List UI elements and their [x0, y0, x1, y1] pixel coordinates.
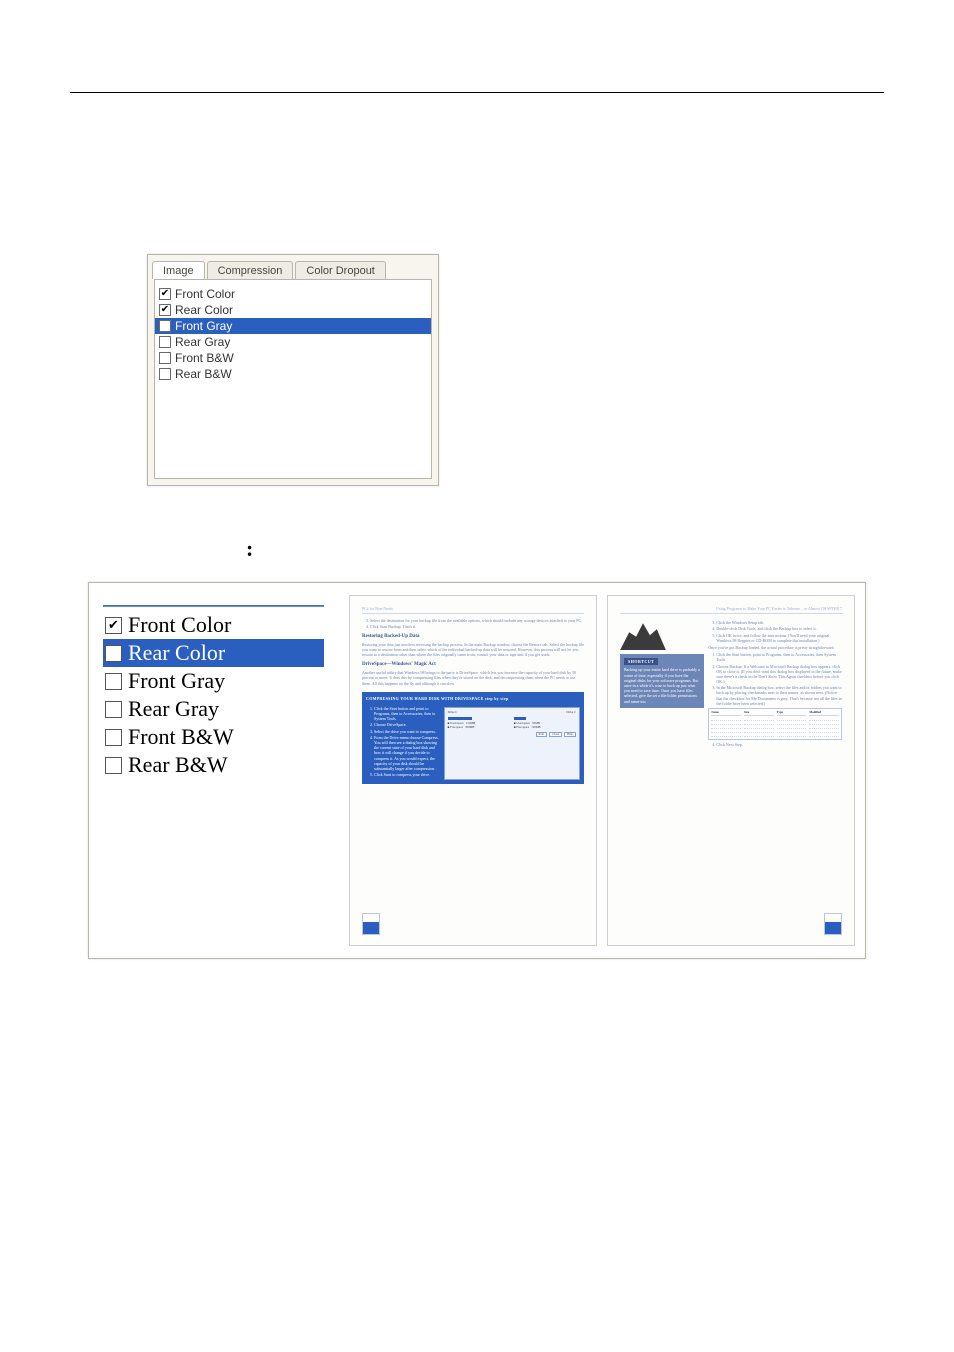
right-proc-4: Click Next Step.: [716, 742, 842, 747]
left-page-header: PCs for Non-Nerds: [362, 606, 393, 611]
zoom-option-front-color[interactable]: Front Color: [103, 611, 324, 639]
left-step-3: Select the destination for your backup f…: [370, 618, 584, 623]
zoom-label-rear-color: Rear Color: [128, 640, 225, 666]
zoom-label-rear-gray: Rear Gray: [128, 696, 219, 722]
zoom-option-rear-gray[interactable]: Rear Gray: [103, 695, 324, 723]
comp-step-3: Select the drive you want to compress.: [374, 729, 440, 734]
heading-restoring: Restoring Backed-Up Data: [362, 634, 584, 641]
zoom-checkbox-rear-color[interactable]: [105, 645, 122, 662]
right-page-header: Using Programs to Make Your PC Easier to…: [716, 606, 842, 611]
zoom-option-rear-color[interactable]: Rear Color: [103, 639, 324, 667]
book-page-right: Using Programs to Make Your PC Easier to…: [607, 595, 855, 946]
page-thumbnail-icon: [362, 913, 380, 935]
option-rear-gray[interactable]: Rear Gray: [155, 334, 431, 350]
option-rear-bw[interactable]: Rear B&W: [155, 366, 431, 382]
zoom-checkbox-rear-gray[interactable]: [105, 701, 122, 718]
checkbox-front-bw[interactable]: [159, 352, 171, 364]
label-front-color: Front Color: [175, 287, 235, 301]
comp-title: COMPRESSING YOUR HARD DISK WITH DRIVESPA…: [366, 696, 580, 701]
heading-drivespace: DriveSpace—Windows' Magic Act: [362, 662, 584, 669]
label-rear-color: Rear Color: [175, 303, 233, 317]
tab-strip: Image Compression Color Dropout: [148, 255, 438, 279]
label-front-bw: Front B&W: [175, 351, 234, 365]
zoom-checkbox-front-gray[interactable]: [105, 673, 122, 690]
zoom-option-front-bw[interactable]: Front B&W: [103, 723, 324, 751]
book-pages-preview: PCs for Non-Nerds Select the destination…: [339, 583, 865, 958]
image-tab-dialog: Image Compression Color Dropout Front Co…: [147, 254, 439, 486]
decorative-silhouette: [620, 620, 666, 650]
comp-step-1: Click the Start button and point to Prog…: [374, 706, 440, 722]
right-once-intro: Once you've got Backup loaded, the actua…: [708, 645, 842, 650]
tab-body: Front Color Rear Color Front Gray Rear G…: [154, 279, 432, 479]
label-rear-bw: Rear B&W: [175, 367, 232, 381]
right-proc-2: Choose Backup. If a Welcome to Microsoft…: [716, 664, 842, 685]
book-page-left: PCs for Non-Nerds Select the destination…: [349, 595, 597, 946]
option-rear-color[interactable]: Rear Color: [155, 302, 431, 318]
comp-step-2: Choose DriveSpace.: [374, 722, 440, 727]
zoom-checkbox-front-color[interactable]: [105, 617, 122, 634]
checkbox-rear-bw[interactable]: [159, 368, 171, 380]
right-proc-1: Click the Start button, point to Program…: [716, 652, 842, 662]
tab-color-dropout[interactable]: Color Dropout: [295, 261, 385, 279]
zoom-checkbox-front-bw[interactable]: [105, 729, 122, 746]
shortcut-box: SHORTCUT Backing up your entire hard dri…: [620, 654, 704, 708]
checkbox-rear-color[interactable]: [159, 304, 171, 316]
right-step-3: Click the Windows Setup tab.: [716, 620, 842, 625]
option-front-gray[interactable]: Front Gray: [155, 318, 431, 334]
zoom-label-front-gray: Front Gray: [128, 668, 225, 694]
checkbox-front-gray[interactable]: [159, 320, 171, 332]
drivespace-text: Another useful utility that Windows 98 b…: [362, 670, 584, 686]
zoom-option-front-gray[interactable]: Front Gray: [103, 667, 324, 695]
checkbox-front-color[interactable]: [159, 288, 171, 300]
right-proc-3: In the Microsoft Backup dialog box, sele…: [716, 685, 842, 706]
zoom-options-list: Front Color Rear Color Front Gray Rear G…: [103, 611, 324, 779]
tab-image[interactable]: Image: [152, 261, 205, 279]
image-options-list: Front Color Rear Color Front Gray Rear G…: [155, 286, 431, 382]
colon-separator: :: [246, 536, 253, 562]
page-thumbnail-icon: [824, 913, 842, 935]
zoom-divider: [103, 605, 324, 607]
tab-compression[interactable]: Compression: [207, 261, 294, 279]
comp-step-5: Click Start to compress your drive.: [374, 772, 440, 777]
mini-compress-dialog: Drive CDrive C ■ Used space 150MB■ Free …: [444, 707, 580, 780]
option-front-bw[interactable]: Front B&W: [155, 350, 431, 366]
zoom-label-front-bw: Front B&W: [128, 724, 234, 750]
right-step-5: Click OK twice, and follow the instructi…: [716, 633, 842, 643]
label-rear-gray: Rear Gray: [175, 335, 230, 349]
shortcut-text: Backing up your entire hard drive is pro…: [624, 667, 700, 703]
label-front-gray: Front Gray: [175, 319, 232, 333]
compressing-step-by-step-box: COMPRESSING YOUR HARD DISK WITH DRIVESPA…: [362, 692, 584, 785]
shortcut-title: SHORTCUT: [624, 658, 658, 665]
horizontal-rule: [70, 92, 884, 93]
comp-step-4: From the Drive menu choose Compress. You…: [374, 735, 440, 771]
zoom-label-front-color: Front Color: [128, 612, 231, 638]
restoring-text: Restoring your data just involves revers…: [362, 642, 584, 658]
mini-file-list-dialog: Name Size Type: [708, 708, 842, 740]
zoom-option-rear-bw[interactable]: Rear B&W: [103, 751, 324, 779]
left-step-4: Click Start Backup. That's it.: [370, 624, 584, 629]
option-front-color[interactable]: Front Color: [155, 286, 431, 302]
checkbox-rear-gray[interactable]: [159, 336, 171, 348]
zoomed-options-pane: Front Color Rear Color Front Gray Rear G…: [89, 583, 339, 958]
zoom-checkbox-rear-bw[interactable]: [105, 757, 122, 774]
zoom-label-rear-bw: Rear B&W: [128, 752, 228, 778]
right-step-4: Double-click Disk Tools, and click the B…: [716, 626, 842, 631]
zoom-and-preview-panel: Front Color Rear Color Front Gray Rear G…: [88, 582, 866, 959]
